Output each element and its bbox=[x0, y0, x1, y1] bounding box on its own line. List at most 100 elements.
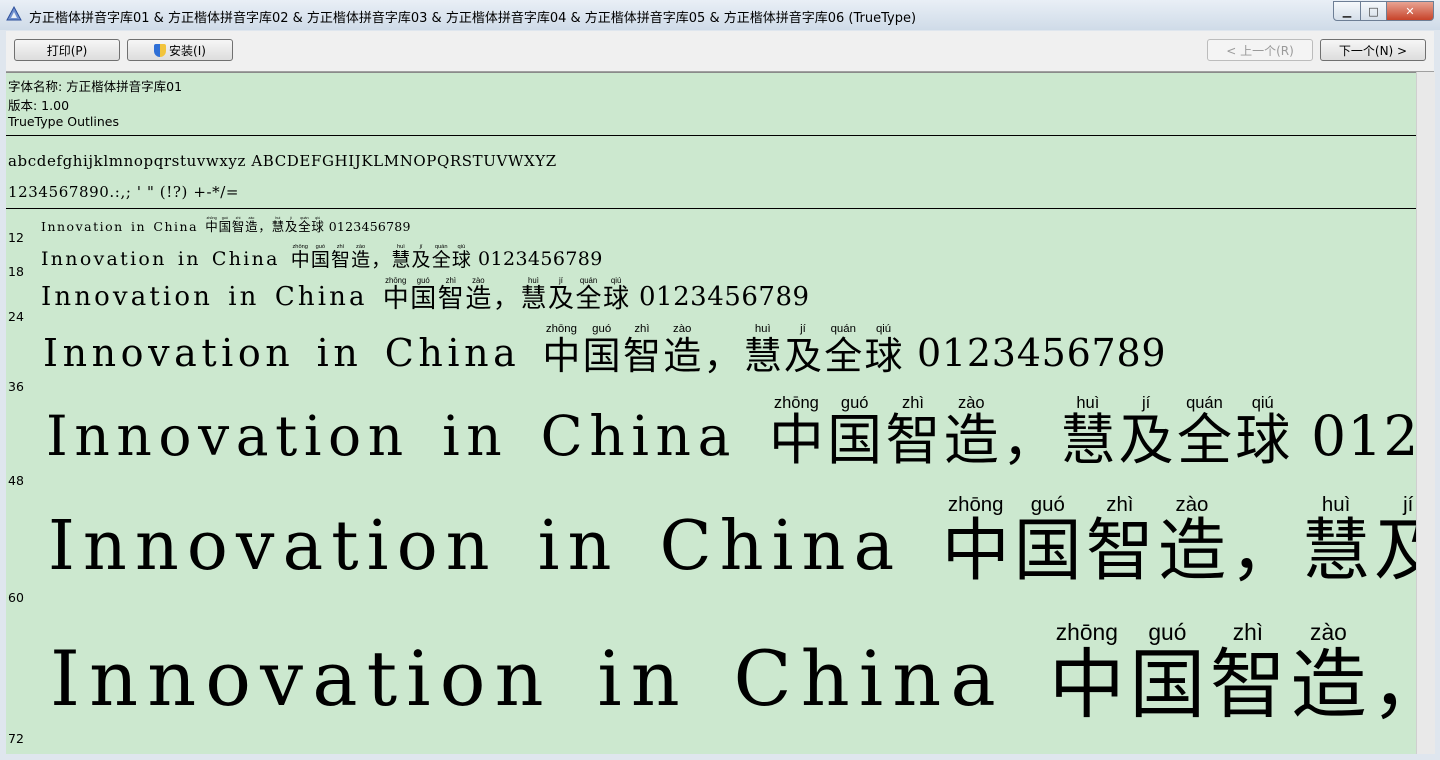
sample-line: Innovation in China zhōng中guó国zhì智zào造，hu… bbox=[41, 244, 603, 272]
pinyin-character: guó 国 bbox=[218, 216, 232, 235]
sample-line: Innovation in China zhōng中guó国zhì智zào造，hu… bbox=[43, 323, 1166, 378]
pinyin-character: zhōng 中 bbox=[542, 323, 581, 378]
pinyin-character: guó 国 bbox=[410, 277, 436, 312]
font-viewer-icon bbox=[6, 6, 22, 21]
size-label: 24 bbox=[8, 309, 24, 324]
pinyin-character: quán 全 bbox=[298, 216, 311, 234]
pinyin-character: zhì 智 bbox=[231, 216, 245, 235]
pinyin-character: qiú 球 bbox=[603, 277, 629, 312]
hanzi-glyph: 中 bbox=[941, 511, 1010, 591]
pinyin-character: huì 慧 bbox=[1302, 495, 1370, 586]
minimize-button[interactable]: ▁ bbox=[1333, 1, 1361, 21]
hanzi-glyph: 造 bbox=[1290, 639, 1367, 729]
hanzi-glyph: 造 bbox=[465, 283, 492, 314]
hanzi-glyph: 及 bbox=[784, 333, 823, 378]
hanzi-glyph: 球 bbox=[864, 333, 903, 378]
pinyin-character: zào 造 bbox=[944, 395, 999, 468]
hanzi-glyph: 国 bbox=[310, 249, 330, 272]
latin-sample: Innovation in China bbox=[43, 330, 521, 375]
next-button-label: 下一个(N) > bbox=[1338, 43, 1408, 58]
hanzi-glyph: 造 bbox=[245, 219, 258, 235]
hanzi-glyph: 国 bbox=[1129, 639, 1206, 729]
hanzi-glyph: ， bbox=[371, 249, 391, 272]
pinyin-character: zhōng 中 bbox=[769, 395, 824, 468]
pinyin-character: zhōng 中 bbox=[1049, 621, 1125, 723]
size-label: 72 bbox=[8, 731, 24, 746]
pinyin-character: jí及 bbox=[1374, 495, 1416, 586]
font-version-line: 版本: 1.00 bbox=[8, 98, 70, 113]
hanzi-glyph: 国 bbox=[218, 219, 232, 235]
hanzi-glyph: 国 bbox=[582, 333, 621, 378]
hanzi-glyph: 中 bbox=[290, 249, 310, 272]
size-label: 48 bbox=[8, 473, 24, 488]
pinyin-character: jí及 bbox=[784, 323, 823, 378]
pinyin-character: zào 造 bbox=[663, 323, 701, 375]
hanzi-glyph: 及 bbox=[284, 219, 298, 235]
font-type-line: TrueType Outlines bbox=[8, 114, 119, 129]
pinyin-character: quán 全 bbox=[576, 277, 602, 312]
previous-button[interactable]: < 上一个(R) bbox=[1207, 39, 1313, 61]
hanzi-glyph: 造 bbox=[943, 408, 999, 473]
hanzi-glyph: ， bbox=[258, 219, 271, 235]
sample-line: Innovation in China zhōng中guó国zhì智zào造，hu… bbox=[48, 495, 1416, 586]
next-button[interactable]: 下一个(N) > bbox=[1320, 39, 1426, 61]
pinyin-character: guó 国 bbox=[310, 244, 330, 272]
pinyin-character: huì 慧 bbox=[391, 244, 410, 270]
digits-sample: 0123456789 bbox=[1311, 404, 1416, 469]
font-preview-area: 字体名称: 方正楷体拼音字库01 版本: 1.00 TrueType Outli… bbox=[6, 72, 1416, 755]
hanzi-glyph: 及 bbox=[411, 249, 431, 272]
hanzi-glyph: 慧 bbox=[1060, 408, 1116, 473]
cjk-sample: zhōng中guó国zhì智zào造，huì慧jí及quán全qiú球 bbox=[1047, 621, 1416, 723]
hanzi-glyph: 智 bbox=[885, 408, 941, 473]
hanzi-glyph: 中 bbox=[768, 408, 824, 473]
pinyin-character: jí及 bbox=[1119, 395, 1174, 468]
hanzi-glyph: 慧 bbox=[271, 219, 285, 235]
hanzi-glyph: 中 bbox=[542, 333, 581, 378]
pinyin-character: ， bbox=[1230, 495, 1298, 586]
pinyin-character: zào 造 bbox=[1290, 621, 1366, 723]
hanzi-glyph: 球 bbox=[603, 283, 630, 314]
print-button[interactable]: 打印(P) bbox=[14, 39, 120, 61]
latin-sample: Innovation in China bbox=[48, 506, 903, 586]
cjk-sample: zhōng中guó国zhì智zào造，huì慧jí及quán全qiú球 bbox=[290, 244, 471, 272]
sample-line: Innovation in China zhōng中guó国zhì智zào造，hu… bbox=[41, 216, 411, 235]
pinyin-character: zào 造 bbox=[465, 277, 491, 312]
hanzi-glyph: 中 bbox=[205, 219, 218, 235]
pinyin-character: ， bbox=[371, 245, 390, 270]
hanzi-glyph: 智 bbox=[437, 283, 464, 314]
hanzi-glyph: ， bbox=[492, 283, 519, 314]
maximize-button[interactable]: □ bbox=[1361, 1, 1387, 21]
pinyin-character: ， bbox=[258, 217, 271, 234]
hanzi-glyph: 全 bbox=[575, 283, 602, 314]
hanzi-glyph: 国 bbox=[410, 283, 437, 314]
pinyin-character: zhì 智 bbox=[623, 323, 661, 375]
window-bottom-edge bbox=[0, 754, 1440, 760]
pinyin-character: ， bbox=[1371, 621, 1416, 723]
hanzi-glyph: 造 bbox=[351, 249, 371, 272]
hanzi-glyph: 全 bbox=[1176, 408, 1232, 473]
size-label: 12 bbox=[8, 230, 24, 245]
hanzi-glyph: 全 bbox=[824, 333, 863, 378]
pinyin-character: zhōng 中 bbox=[942, 495, 1010, 586]
uac-shield-icon bbox=[154, 43, 167, 57]
toolbar: 打印(P) 安装(I) < 上一个(R) 下一个(N) > bbox=[6, 31, 1434, 72]
pinyin-character: huì 慧 bbox=[271, 216, 285, 235]
pinyin-character: huì 慧 bbox=[744, 323, 782, 375]
sample-line: Innovation in China zhōng中guó国zhì智zào造，hu… bbox=[41, 277, 810, 312]
close-button[interactable]: ✕ bbox=[1387, 1, 1434, 21]
hanzi-glyph: 智 bbox=[1209, 639, 1286, 729]
pinyin-character: huì 慧 bbox=[520, 277, 546, 312]
hanzi-glyph: 智 bbox=[1085, 511, 1154, 591]
window-controls: ▁ □ ✕ bbox=[1333, 1, 1434, 21]
latin-sample: Innovation in China bbox=[46, 404, 737, 469]
pinyin-character: qiú 球 bbox=[1235, 395, 1290, 468]
digits-sample: 0123456789 bbox=[478, 248, 603, 271]
hanzi-glyph: 慧 bbox=[1302, 511, 1371, 591]
pinyin-character: qiú 球 bbox=[452, 244, 471, 270]
install-button[interactable]: 安装(I) bbox=[127, 39, 233, 61]
latin-sample: Innovation in China bbox=[41, 248, 280, 271]
hanzi-glyph: 智 bbox=[231, 219, 245, 235]
vertical-scrollbar[interactable] bbox=[1416, 72, 1435, 754]
title-bar: 方正楷体拼音字库01 & 方正楷体拼音字库02 & 方正楷体拼音字库03 & 方… bbox=[0, 0, 1440, 30]
close-icon: ✕ bbox=[1405, 4, 1415, 18]
